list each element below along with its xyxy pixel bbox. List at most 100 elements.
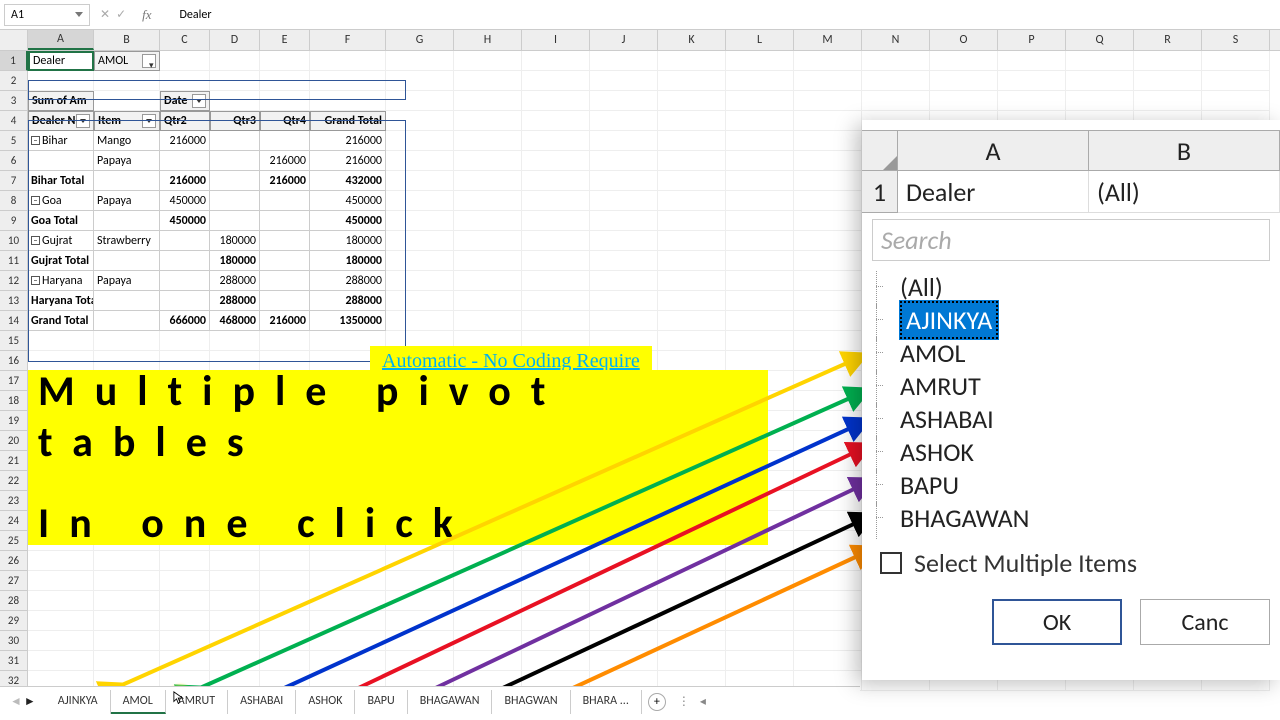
cell[interactable] — [658, 571, 726, 591]
cell[interactable] — [726, 131, 794, 151]
cell[interactable]: Qtr2 — [160, 111, 210, 131]
cell[interactable] — [94, 311, 160, 331]
cell[interactable] — [794, 71, 862, 91]
cell[interactable] — [658, 591, 726, 611]
cell[interactable] — [94, 331, 160, 351]
cell[interactable] — [260, 131, 310, 151]
col-header-F[interactable]: F — [310, 30, 386, 50]
cell[interactable] — [794, 371, 862, 391]
cell[interactable] — [160, 271, 210, 291]
cell[interactable] — [726, 591, 794, 611]
row-header[interactable]: 20 — [0, 431, 28, 451]
cell[interactable] — [1134, 91, 1202, 111]
cell[interactable] — [1066, 51, 1134, 71]
cell[interactable] — [794, 111, 862, 131]
cell[interactable] — [94, 171, 160, 191]
cell[interactable] — [28, 651, 94, 671]
tab-overflow-icon[interactable]: ⋮ — [672, 694, 696, 709]
col-header-L[interactable]: L — [726, 30, 794, 50]
cell[interactable] — [386, 71, 454, 91]
cell[interactable] — [160, 151, 210, 171]
cell[interactable]: 216000 — [160, 171, 210, 191]
cell[interactable]: 450000 — [310, 211, 386, 231]
col-header-R[interactable]: R — [1134, 30, 1202, 50]
cell[interactable] — [386, 191, 454, 211]
cell[interactable] — [260, 271, 310, 291]
sheet-tab[interactable]: AJINKYA — [46, 690, 111, 714]
cell[interactable] — [94, 211, 160, 231]
cell[interactable] — [210, 71, 260, 91]
dropdown-icon[interactable] — [192, 94, 206, 108]
cell[interactable] — [454, 91, 522, 111]
cell[interactable] — [386, 651, 454, 671]
cell[interactable] — [726, 171, 794, 191]
dropdown-icon[interactable] — [76, 114, 90, 128]
cell[interactable] — [310, 91, 386, 111]
popup-field-label[interactable]: Dealer — [898, 171, 1089, 213]
row-header[interactable]: 21 — [0, 451, 28, 471]
collapse-icon[interactable]: − — [31, 236, 40, 245]
collapse-icon[interactable]: − — [31, 136, 40, 145]
tab-nav-next-icon[interactable]: ► — [24, 694, 36, 709]
cell[interactable] — [794, 211, 862, 231]
cell[interactable] — [794, 391, 862, 411]
popup-field-value[interactable]: (All) — [1089, 171, 1280, 213]
cell[interactable] — [590, 611, 658, 631]
row-header[interactable]: 6 — [0, 151, 28, 171]
cell[interactable]: 288000 — [210, 271, 260, 291]
col-header-G[interactable]: G — [386, 30, 454, 50]
cell[interactable] — [386, 131, 454, 151]
filter-item[interactable]: BHAGAWAN — [890, 502, 1260, 535]
row-header[interactable]: 19 — [0, 411, 28, 431]
cell[interactable] — [386, 171, 454, 191]
cell[interactable] — [998, 71, 1066, 91]
row-header[interactable]: 14 — [0, 311, 28, 331]
cell[interactable] — [658, 71, 726, 91]
cell[interactable] — [794, 171, 862, 191]
col-header-N[interactable]: N — [862, 30, 930, 50]
row-header[interactable]: 30 — [0, 631, 28, 651]
cell[interactable] — [726, 271, 794, 291]
cell[interactable]: Haryana Total — [28, 291, 94, 311]
cell[interactable]: Strawberry — [94, 231, 160, 251]
cell[interactable] — [522, 91, 590, 111]
col-header-O[interactable]: O — [930, 30, 998, 50]
cell[interactable] — [658, 91, 726, 111]
cell[interactable] — [260, 331, 310, 351]
cell[interactable] — [862, 51, 930, 71]
cell[interactable] — [260, 231, 310, 251]
cell[interactable] — [930, 91, 998, 111]
cell[interactable] — [260, 651, 310, 671]
cell[interactable] — [726, 631, 794, 651]
cell[interactable]: 288000 — [310, 291, 386, 311]
cell[interactable] — [726, 331, 794, 351]
cell[interactable] — [522, 171, 590, 191]
cell[interactable] — [658, 151, 726, 171]
cell[interactable] — [590, 111, 658, 131]
cell[interactable] — [454, 611, 522, 631]
cell[interactable] — [726, 231, 794, 251]
cell[interactable]: Bihar Total — [28, 171, 94, 191]
row-header[interactable]: 27 — [0, 571, 28, 591]
cell[interactable] — [94, 611, 160, 631]
sheet-tab[interactable]: BHAGWAN — [492, 690, 570, 714]
cell[interactable] — [794, 91, 862, 111]
cell[interactable] — [726, 111, 794, 131]
cell[interactable] — [590, 211, 658, 231]
cell[interactable]: Goa Total — [28, 211, 94, 231]
cell[interactable] — [522, 571, 590, 591]
col-header-M[interactable]: M — [794, 30, 862, 50]
row-header[interactable]: 5 — [0, 131, 28, 151]
cell[interactable] — [386, 91, 454, 111]
row-header[interactable]: 23 — [0, 491, 28, 511]
cell[interactable]: 216000 — [160, 131, 210, 151]
cell[interactable] — [94, 651, 160, 671]
cell[interactable] — [658, 211, 726, 231]
cell[interactable] — [794, 491, 862, 511]
cell[interactable] — [726, 311, 794, 331]
row-header[interactable]: 13 — [0, 291, 28, 311]
cell[interactable] — [726, 211, 794, 231]
cell[interactable] — [522, 311, 590, 331]
cell[interactable]: −Haryana — [28, 271, 94, 291]
cell[interactable] — [210, 611, 260, 631]
